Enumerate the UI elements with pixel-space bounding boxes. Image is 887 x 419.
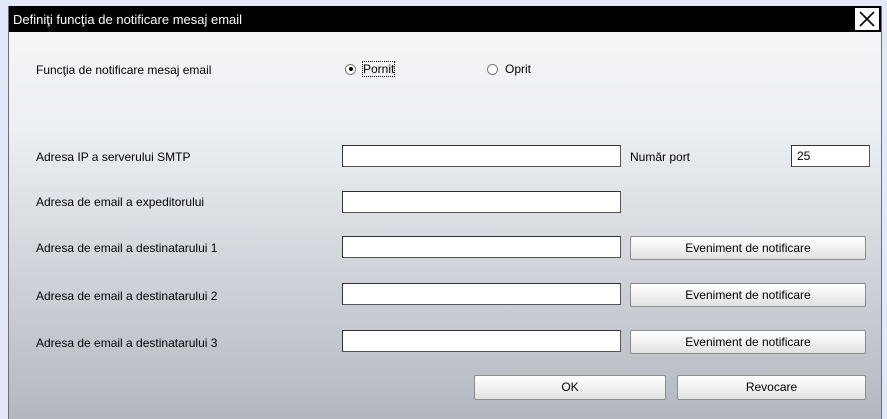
ok-button[interactable]: OK	[474, 375, 666, 400]
recipient-2-input[interactable]	[342, 283, 621, 305]
port-label: Număr port	[630, 150, 691, 164]
radio-on-label: Pornit	[361, 61, 396, 77]
dialog-title: Definiţi funcţia de notificare mesaj ema…	[13, 12, 243, 27]
close-button[interactable]	[854, 7, 880, 31]
recipient-3-notification-event-button[interactable]: Eveniment de notificare	[630, 330, 866, 354]
recipient-3-label: Adresa de email a destinatarului 3	[36, 336, 218, 350]
radio-off-circle[interactable]	[487, 63, 498, 75]
smtp-server-label: Adresa IP a serverului SMTP	[36, 150, 191, 164]
notification-function-label: Funcţia de notificare mesaj email	[36, 63, 212, 77]
radio-off[interactable]: Oprit	[487, 62, 531, 76]
recipient-1-label: Adresa de email a destinatarului 1	[36, 241, 218, 255]
title-bar: Definiţi funcţia de notificare mesaj ema…	[9, 6, 881, 32]
sender-email-label: Adresa de email a expeditorului	[36, 195, 205, 209]
port-input[interactable]	[791, 145, 870, 167]
cancel-button[interactable]: Revocare	[677, 375, 866, 400]
radio-on-circle[interactable]	[345, 63, 356, 75]
radio-on[interactable]: Pornit	[345, 61, 396, 77]
recipient-1-notification-event-button[interactable]: Eveniment de notificare	[630, 236, 866, 260]
smtp-server-input[interactable]	[342, 145, 621, 167]
sender-email-input[interactable]	[342, 191, 621, 213]
close-icon	[859, 11, 875, 27]
recipient-1-input[interactable]	[342, 236, 621, 258]
notification-dialog: Definiţi funcţia de notificare mesaj ema…	[8, 6, 882, 419]
recipient-2-notification-event-button[interactable]: Eveniment de notificare	[630, 283, 866, 307]
recipient-3-input[interactable]	[342, 330, 621, 352]
radio-off-label: Oprit	[505, 62, 532, 76]
recipient-2-label: Adresa de email a destinatarului 2	[36, 289, 218, 303]
